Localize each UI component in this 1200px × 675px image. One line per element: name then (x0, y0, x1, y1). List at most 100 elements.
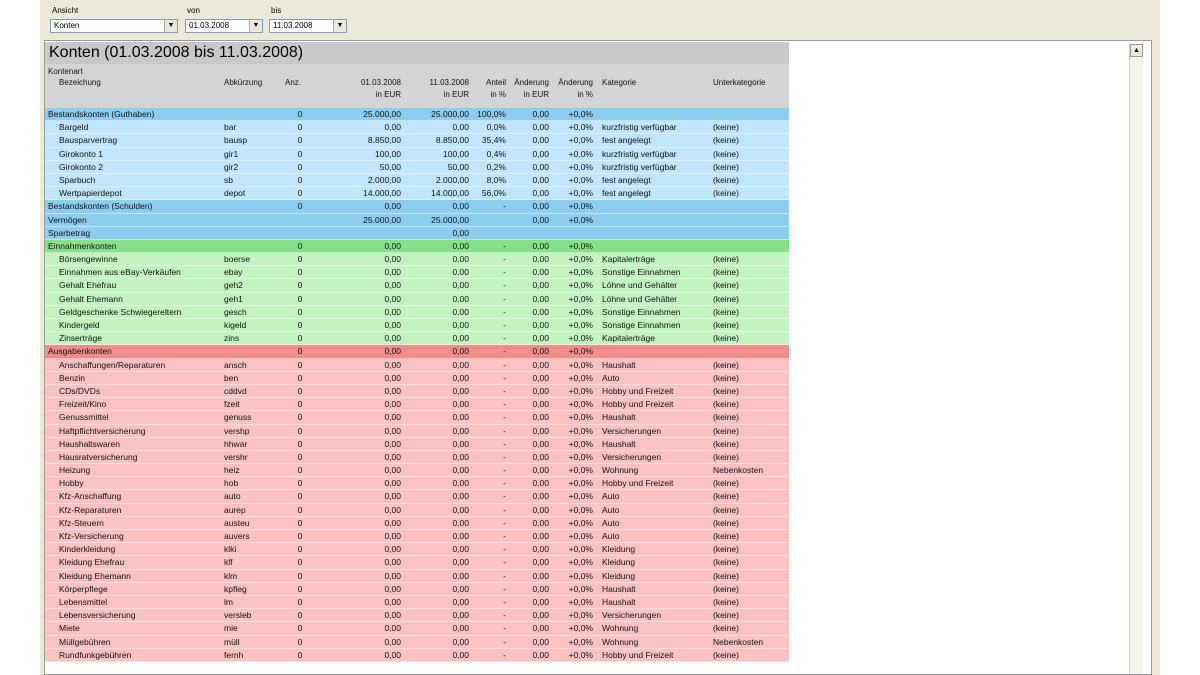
change-pct: +0,0% (568, 610, 593, 621)
table-row[interactable]: Girokonto 1 gir1 0 100,00 100,00 0,4% 0,00 +0,0… (45, 147, 789, 161)
account-abbrev: depot (224, 188, 246, 199)
share-pct: - (503, 359, 506, 370)
table-row[interactable]: Genussmittel genuss 0 0,00 0,00 - 0,00 +0,0% Hau… (45, 411, 789, 425)
table-row[interactable]: Kfz-Versicherung auvers 0 0,00 0,00 - 0,00 +0,0… (45, 530, 789, 544)
share-pct: - (503, 636, 506, 647)
category: Sonstige Einnahmen (602, 320, 681, 330)
share-pct: - (503, 320, 506, 330)
subcategory: (keine) (713, 293, 739, 304)
subcategory: (keine) (713, 570, 739, 581)
header-date1: 01.03.2008 (360, 78, 401, 87)
account-count: 0 (297, 122, 303, 133)
account-abbrev: sb (224, 174, 233, 185)
share-pct: 0,2% (486, 161, 506, 172)
change-eur: 0,00 (532, 280, 549, 291)
table-row[interactable]: Kfz-Steuern austeu 0 0,00 0,00 - 0,00 +0,0% Auto… (45, 516, 789, 530)
table-row[interactable]: Anschaffungen/Reparaturen ansch 0 0,00 0,00 -… (45, 358, 789, 372)
table-row[interactable]: Kfz-Anschaffung auto 0 0,00 0,00 - 0,00 +0,0% Au… (45, 490, 789, 504)
table-row[interactable]: Wertpapierdepot depot 0 14.000,00 14.000,00 5… (45, 187, 789, 201)
table-row[interactable]: Geldgeschenke Schwiegereltern gesch 0 0,00 0… (45, 305, 789, 319)
account-abbrev: ebay (224, 267, 243, 278)
account-name: Kleidung Ehemann (59, 570, 131, 581)
table-row[interactable]: Heizung heiz 0 0,00 0,00 - 0,00 +0,0% Wohnung Neb… (45, 464, 789, 478)
table-row[interactable]: Kindergeld kigeld 0 0,00 0,00 - 0,00 +0,0% Sonst… (45, 319, 789, 333)
table-row[interactable]: Freizeit/Kino fzeit 0 0,00 0,00 - 0,00 +0,0% Hob… (45, 398, 789, 412)
group-row[interactable]: Vermögen 25.000,00 25.000,00 0,00 +0,0% (45, 213, 789, 227)
table-row[interactable]: Hobby hob 0 0,00 0,00 - 0,00 +0,0% Hobby und Fre… (45, 477, 789, 491)
table-row[interactable]: Müllgebühren müll 0 0,00 0,00 - 0,00 +0,0% Wohnu… (45, 635, 789, 649)
change-eur: 0,00 (532, 306, 549, 317)
table-row[interactable]: Zinserträge zins 0 0,00 0,00 - 0,00 +0,0% Kapita… (45, 332, 789, 346)
subcategory: (keine) (713, 267, 739, 278)
balance-end: 0,00 (452, 399, 469, 410)
subcategory: (keine) (713, 174, 739, 185)
account-name: Kfz-Versicherung (59, 531, 124, 541)
share-pct: - (503, 412, 506, 423)
share-pct: - (503, 544, 506, 555)
chevron-down-icon[interactable]: ▼ (249, 20, 262, 32)
table-row[interactable]: Miete mie 0 0,00 0,00 - 0,00 +0,0% Wohnung (keine… (45, 622, 789, 636)
subcategory: (keine) (713, 148, 739, 159)
table-row[interactable]: Körperpflege kpfleg 0 0,00 0,00 - 0,00 +0,0% Hau… (45, 582, 789, 596)
view-label: Ansicht (52, 6, 79, 15)
account-name: Gehalt Ehemann (59, 293, 123, 304)
group-row[interactable]: Bestandskonten (Guthaben) 0 25.000,00 25.00… (45, 108, 789, 122)
change-pct: +0,0% (568, 293, 593, 304)
chevron-down-icon[interactable]: ▼ (333, 20, 346, 32)
from-date-select[interactable]: 01.03.2008 ▼ (185, 19, 263, 33)
account-count: 0 (297, 188, 303, 199)
table-row[interactable]: Kinderkleidung klki 0 0,00 0,00 - 0,00 +0,0% Kle… (45, 543, 789, 557)
change-pct: +0,0% (568, 333, 593, 344)
account-count: 0 (297, 135, 303, 146)
account-name: Hausratversicherung (59, 451, 138, 462)
table-row[interactable]: Haftpflichtversicherung vershp 0 0,00 0,00 - 0… (45, 424, 789, 438)
change-pct: +0,0% (568, 412, 593, 423)
table-row[interactable]: Gehalt Ehefrau geh2 0 0,00 0,00 - 0,00 +0,0% Löh… (45, 279, 789, 293)
table-row[interactable]: Rundfunkgebühren fernh 0 0,00 0,00 - 0,00 +0,0%… (45, 648, 789, 662)
share-pct: - (503, 465, 506, 476)
table-row[interactable]: Haushaltswaren hhwar 0 0,00 0,00 - 0,00 +0,0% Ha… (45, 437, 789, 451)
view-select[interactable]: Konten ▼ (50, 19, 178, 33)
balance-end: 0,00 (452, 465, 469, 476)
balance-start: 0,00 (384, 201, 401, 212)
table-row[interactable]: Sparbuch sb 0 2.000,00 2.000,00 8,0% 0,00 +0,0%… (45, 173, 789, 188)
table-row[interactable]: Kfz-Reparaturen aurep 0 0,00 0,00 - 0,00 +0,0% A… (45, 503, 789, 517)
table-row[interactable]: Lebensmittel lm 0 0,00 0,00 - 0,00 +0,0% Haushal… (45, 595, 789, 610)
account-name: Körperpflege (59, 583, 108, 594)
category: Hobby und Freizeit (602, 399, 674, 410)
table-row[interactable]: Girokonto 2 gir2 0 50,00 50,00 0,2% 0,00 +0,0% k… (45, 160, 789, 174)
account-abbrev: geh1 (224, 293, 243, 304)
to-date-select[interactable]: 11.03.2008 ▼ (269, 19, 347, 33)
account-name: Heizung (59, 465, 91, 476)
vertical-scrollbar[interactable]: ▲ (1129, 44, 1143, 674)
table-row[interactable]: Benzin ben 0 0,00 0,00 - 0,00 +0,0% Auto (keine) (45, 371, 789, 385)
table-row[interactable]: Bargeld bar 0 0,00 0,00 0,0% 0,00 +0,0% kurzfris… (45, 121, 789, 135)
table-row[interactable]: Börsengewinne boerse 0 0,00 0,00 - 0,00 +0,0% Ka… (45, 253, 789, 267)
chevron-down-icon[interactable]: ▼ (164, 20, 177, 32)
balance-start: 0,00 (384, 531, 401, 541)
subcategory: (keine) (713, 320, 739, 330)
balance-start: 8.850,00 (367, 135, 401, 146)
table-row[interactable]: Kleidung Ehefrau klf 0 0,00 0,00 - 0,00 +0,0% Kl… (45, 556, 789, 570)
change-pct: +0,0% (568, 306, 593, 317)
table-row[interactable]: CDs/DVDs cddvd 0 0,00 0,00 - 0,00 +0,0% Hobby un… (45, 384, 789, 399)
share-pct: - (503, 504, 506, 515)
subcategory: (keine) (713, 583, 739, 594)
account-abbrev: zins (224, 333, 240, 344)
group-row[interactable]: Bestandskonten (Schulden) 0 0,00 0,00 - 0,00 +… (45, 200, 789, 214)
arrow-up-icon[interactable]: ▲ (1130, 44, 1143, 57)
table-row[interactable]: Hausratversicherung vershr 0 0,00 0,00 - 0,00 +… (45, 450, 789, 465)
category: Kapitalerträge (602, 254, 655, 265)
change-pct: +0,0% (568, 201, 593, 212)
table-row[interactable]: Lebensversicherung versleb 0 0,00 0,00 - 0,00 +… (45, 609, 789, 623)
group-row[interactable]: Sparbetrag 0,00 (45, 226, 789, 240)
table-row[interactable]: Bausparvertrag bausp 0 8.850,00 8.850,00 35,4… (45, 134, 789, 148)
table-row[interactable]: Einnahmen aus eBay-Verkäufen ebay 0 0,00 0,0… (45, 266, 789, 280)
table-row[interactable]: Kleidung Ehemann klm 0 0,00 0,00 - 0,00 +0,0% Kl… (45, 569, 789, 583)
table-row[interactable]: Gehalt Ehemann geh1 0 0,00 0,00 - 0,00 +0,0% Löh… (45, 292, 789, 306)
balance-end: 0,00 (452, 623, 469, 634)
change-pct: +0,0% (568, 188, 593, 199)
account-abbrev: bar (224, 122, 237, 133)
group-row[interactable]: Ausgabenkonten 0 0,00 0,00 - 0,00 +0,0% (45, 345, 789, 359)
group-row[interactable]: Einnahmenkonten 0 0,00 0,00 - 0,00 +0,0% (45, 239, 789, 254)
